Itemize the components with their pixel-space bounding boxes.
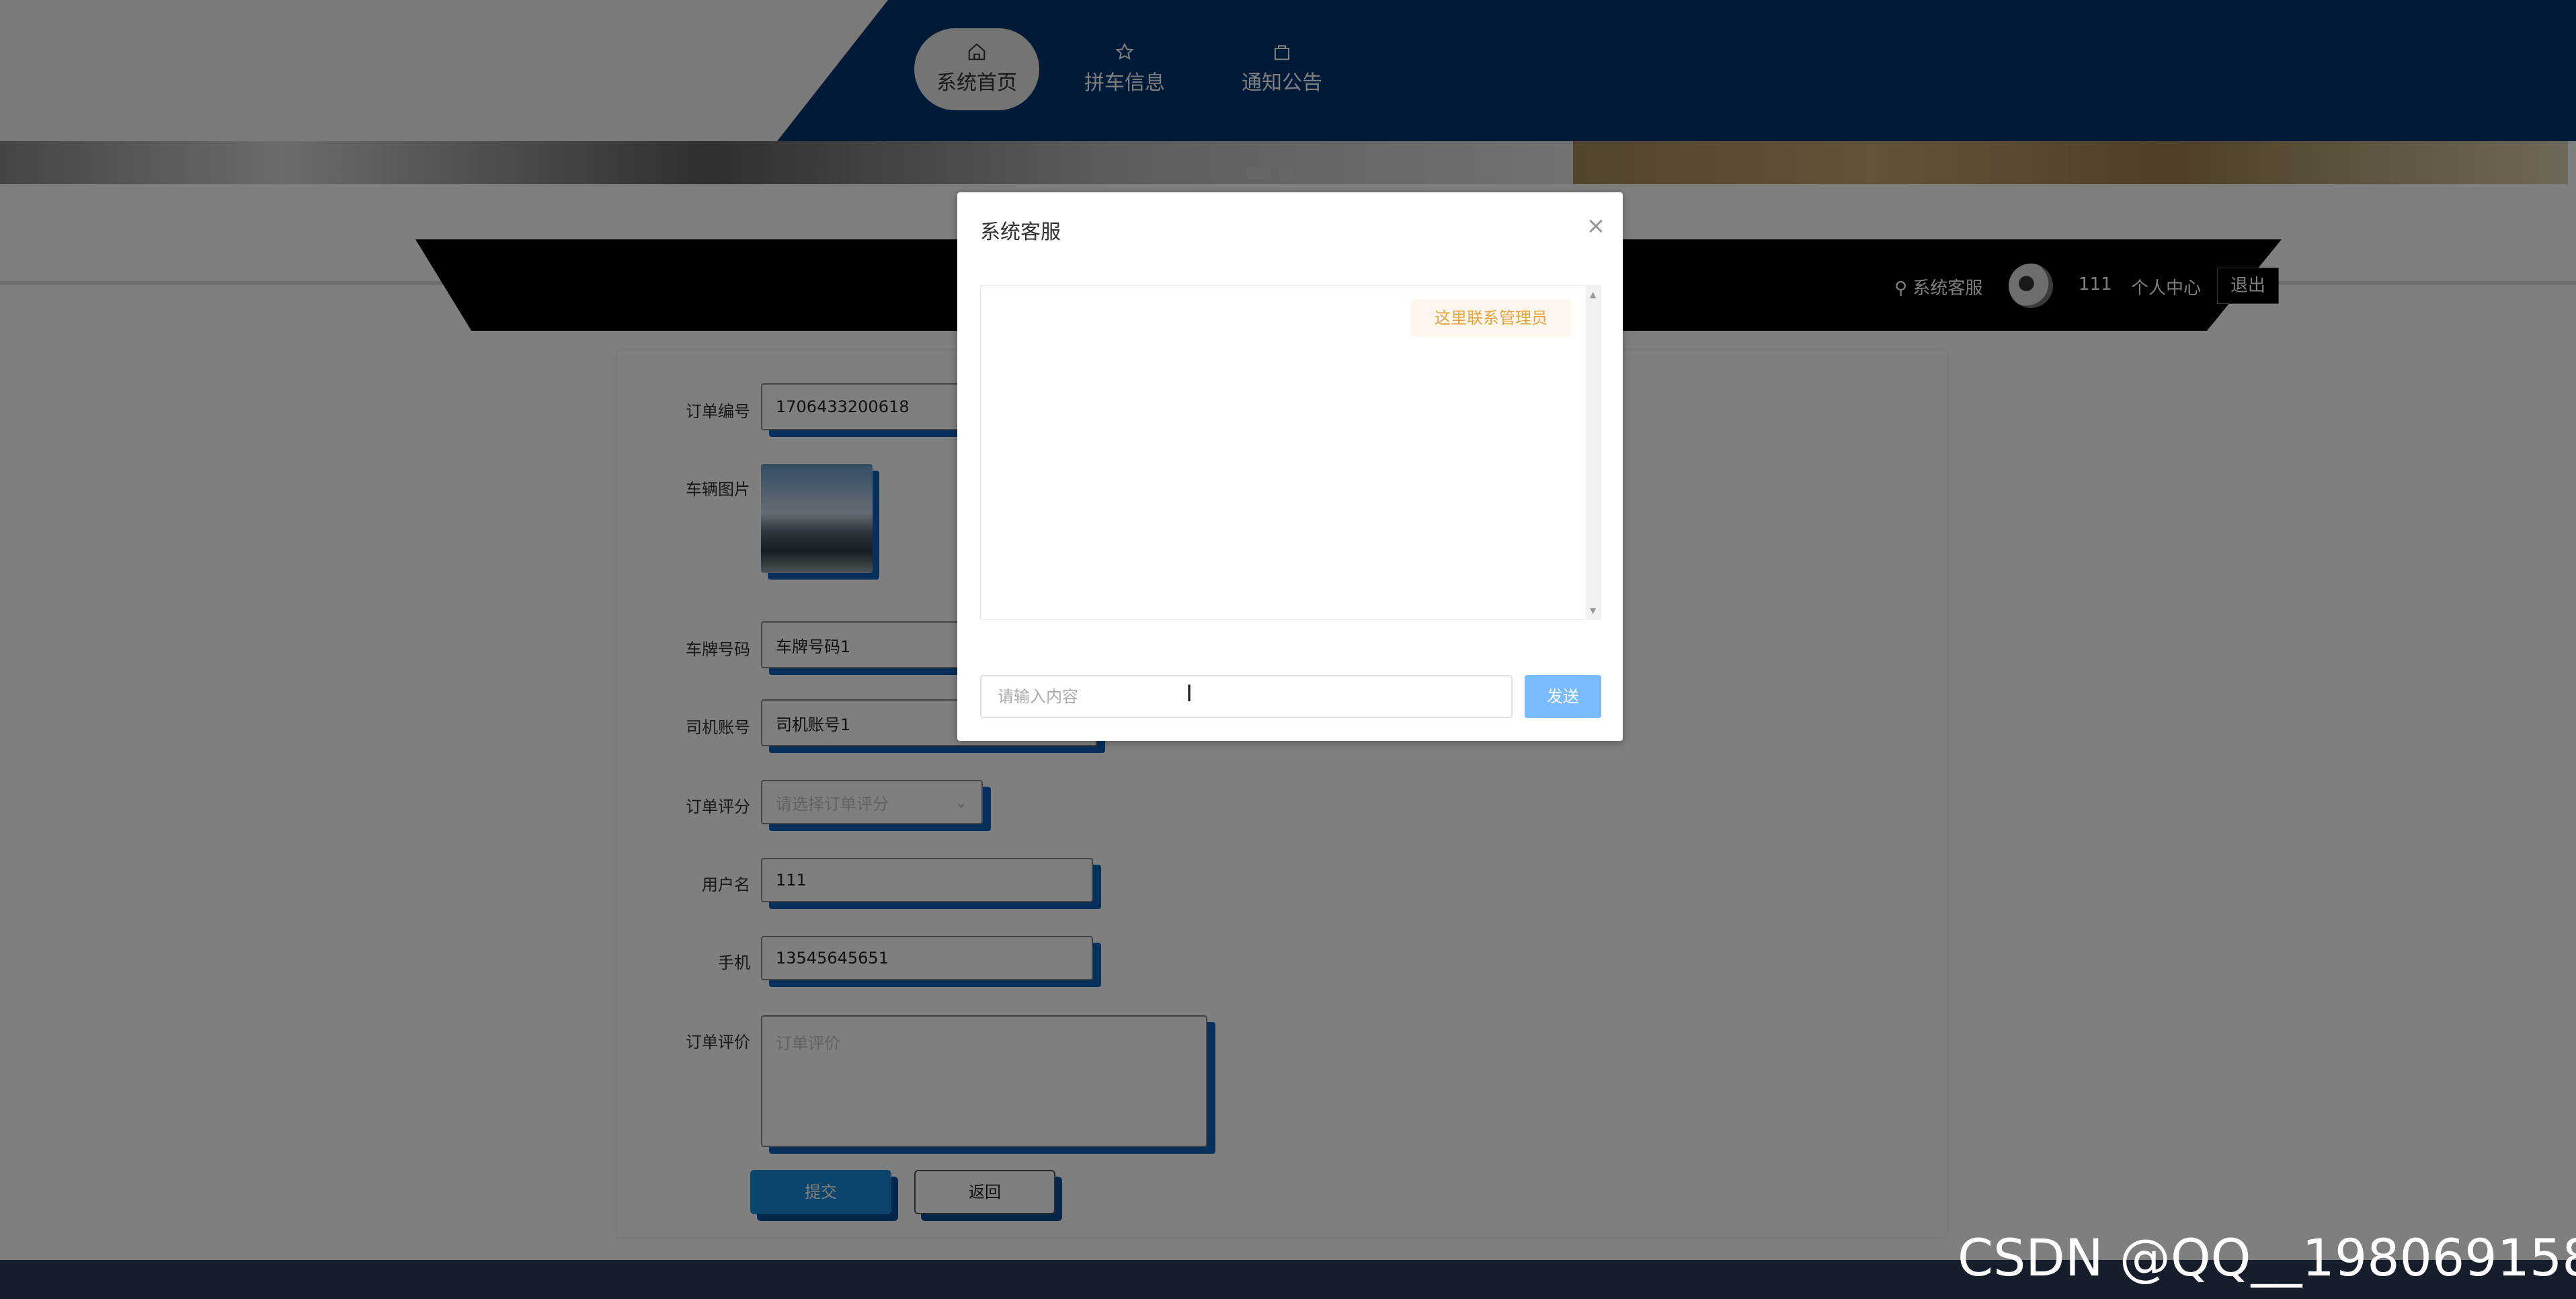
- scroll-down-icon[interactable]: ▼: [1590, 606, 1596, 615]
- admin-message: 这里联系管理员: [1411, 299, 1571, 337]
- chat-scrollbar[interactable]: ▲ ▼: [1586, 286, 1601, 619]
- scroll-up-icon[interactable]: ▲: [1590, 290, 1596, 299]
- chat-input[interactable]: [980, 675, 1513, 718]
- send-button[interactable]: 发送: [1525, 675, 1601, 718]
- chat-message-area[interactable]: 这里联系管理员 ▲ ▼: [980, 285, 1601, 620]
- dialog-title: 系统客服: [980, 221, 1061, 244]
- customer-service-dialog: 系统客服 × 这里联系管理员 ▲ ▼ 发送: [957, 192, 1623, 741]
- text-cursor-icon: I: [1186, 680, 1193, 707]
- close-icon[interactable]: ×: [1582, 212, 1609, 239]
- watermark: CSDN @QQ__1980691580: [1958, 1228, 2576, 1288]
